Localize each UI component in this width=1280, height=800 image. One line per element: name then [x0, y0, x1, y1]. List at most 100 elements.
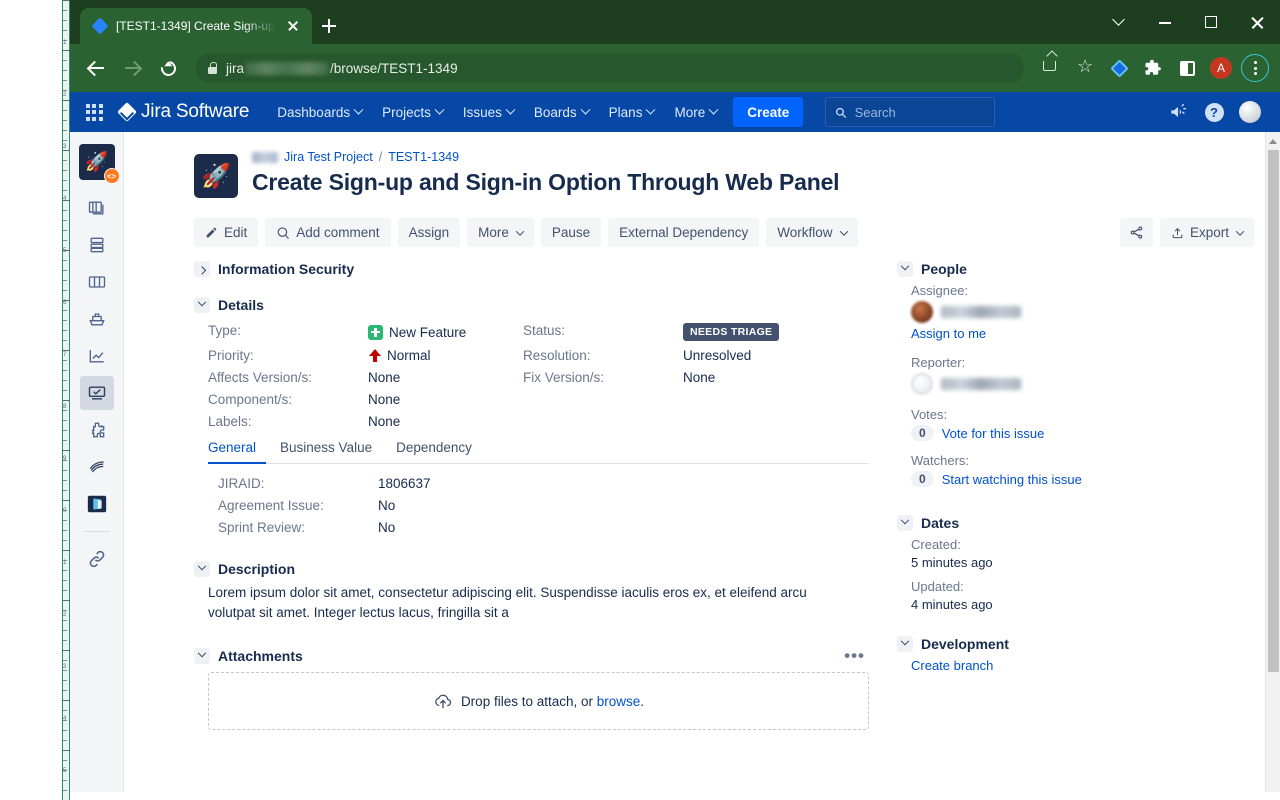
attachments-header[interactable]: Attachments •••	[194, 647, 869, 665]
search-box[interactable]	[825, 97, 996, 127]
maximize-icon[interactable]	[1188, 0, 1234, 44]
nav-label: More	[674, 104, 706, 120]
minimize-icon[interactable]	[1142, 0, 1188, 44]
issue-columns: Information Security Details Type: New F…	[194, 261, 1254, 750]
chevron-right-icon[interactable]	[194, 261, 210, 277]
ruler-tick	[63, 100, 70, 101]
jira-extension-icon[interactable]	[1104, 53, 1134, 83]
chevron-down-icon[interactable]	[1096, 0, 1142, 44]
sidebar-item-links[interactable]	[80, 542, 114, 576]
nav-dashboards[interactable]: Dashboards	[267, 97, 372, 127]
forward-arrow-icon[interactable]	[116, 52, 148, 84]
breadcrumb-issue-key[interactable]: TEST1-1349	[388, 150, 459, 164]
attachments-options-icon[interactable]: •••	[840, 647, 869, 664]
chevron-down-icon[interactable]	[897, 261, 913, 277]
sidebar-item-pages[interactable]	[80, 450, 114, 484]
edit-button[interactable]: Edit	[194, 218, 259, 247]
close-icon[interactable]	[1234, 0, 1280, 44]
breadcrumb: Jira Test Project / TEST1-1349	[252, 150, 839, 164]
sidebar-item-board[interactable]	[80, 265, 114, 299]
share-icon[interactable]	[1036, 53, 1066, 83]
section-title: Information Security	[218, 261, 355, 277]
new-tab-icon[interactable]	[312, 8, 346, 44]
browse-link[interactable]: browse	[597, 694, 641, 709]
chevron-down-icon	[434, 104, 445, 115]
sidebar-item-releases[interactable]	[80, 302, 114, 336]
create-button[interactable]: Create	[733, 97, 804, 127]
back-arrow-icon[interactable]	[80, 52, 112, 84]
address-bar[interactable]: jira/browse/TEST1-1349	[196, 53, 1024, 83]
avatar[interactable]	[1234, 96, 1266, 128]
nav-plans[interactable]: Plans	[599, 97, 665, 127]
attachment-dropzone[interactable]: Drop files to attach, or browse.	[208, 672, 869, 731]
development-header[interactable]: Development	[897, 636, 1254, 652]
browser-tab[interactable]: [TEST1-1349] Create Sign-up an	[80, 8, 312, 44]
puzzle-icon[interactable]	[1138, 53, 1168, 83]
nav-boards[interactable]: Boards	[524, 97, 599, 127]
help-icon[interactable]: ?	[1198, 96, 1230, 128]
profile-avatar[interactable]: A	[1206, 53, 1236, 83]
tab-general[interactable]: General	[208, 434, 267, 464]
side-panel-icon[interactable]	[1172, 53, 1202, 83]
vertical-scrollbar[interactable]	[1265, 132, 1280, 792]
create-branch-link[interactable]: Create branch	[911, 658, 993, 673]
search-input[interactable]	[854, 104, 986, 120]
sidebar-item-addons[interactable]	[80, 413, 114, 447]
tab-business-value[interactable]: Business Value	[280, 434, 382, 464]
pause-button[interactable]: Pause	[540, 218, 602, 247]
releases-ship-icon	[88, 313, 105, 326]
sidebar-item-layers[interactable]	[80, 228, 114, 262]
external-dependency-button[interactable]: External Dependency	[608, 218, 760, 247]
sidebar-item-reports[interactable]	[80, 339, 114, 373]
sidebar-item-backlog[interactable]	[80, 191, 114, 225]
project-avatar[interactable]: 🚀 <>	[78, 144, 120, 184]
scrollbar-thumb[interactable]	[1268, 150, 1279, 672]
created-field: Created: 5 minutes ago Updated: 4 minute…	[911, 537, 1254, 612]
ruler-tick	[63, 180, 67, 181]
more-button[interactable]: More	[467, 218, 534, 247]
dropzone-text: Drop files to attach, or browse.	[461, 694, 644, 709]
close-icon[interactable]	[284, 17, 302, 35]
nav-more[interactable]: More	[664, 97, 727, 127]
avatar	[911, 301, 933, 323]
button-label: Add comment	[296, 225, 380, 240]
add-comment-button[interactable]: Add comment	[265, 218, 391, 247]
megaphone-icon[interactable]	[1162, 96, 1194, 128]
assign-button[interactable]: Assign	[397, 218, 461, 247]
sidebar-item-confluence[interactable]	[80, 487, 114, 521]
breadcrumb-project[interactable]: Jira Test Project	[284, 150, 373, 164]
start-watching-link[interactable]: Start watching this issue	[942, 472, 1082, 487]
reload-icon[interactable]	[152, 52, 184, 84]
kebab-menu-icon[interactable]	[1240, 53, 1270, 83]
chevron-down-icon[interactable]	[194, 297, 210, 313]
nav-issues[interactable]: Issues	[453, 97, 524, 127]
nav-label: Plans	[608, 104, 643, 120]
jira-logo[interactable]: Jira Software	[114, 101, 267, 123]
ruler-tick	[63, 60, 67, 61]
chevron-down-icon[interactable]	[897, 515, 913, 531]
chevron-down-icon[interactable]	[194, 561, 210, 577]
description-header[interactable]: Description	[194, 561, 869, 577]
chevron-down-icon[interactable]	[897, 636, 913, 652]
information-security-header[interactable]: Information Security	[194, 261, 869, 277]
type-text: New Feature	[389, 324, 467, 340]
share-button[interactable]	[1119, 218, 1153, 247]
sidebar-item-issues[interactable]	[79, 376, 114, 410]
vote-link[interactable]: Vote for this issue	[942, 426, 1045, 441]
grid-icon[interactable]	[74, 92, 114, 132]
details-header[interactable]: Details	[194, 297, 869, 313]
chevron-down-icon[interactable]	[194, 648, 210, 665]
dates-header[interactable]: Dates	[897, 515, 1254, 531]
chevron-down-icon	[505, 104, 516, 115]
export-button[interactable]: Export	[1159, 218, 1254, 247]
workflow-button[interactable]: Workflow	[766, 218, 858, 247]
jira-diamond-icon	[91, 17, 109, 35]
scroll-up-arrow-icon[interactable]	[1269, 139, 1277, 144]
tab-dependency[interactable]: Dependency	[396, 434, 482, 464]
assign-to-me-link[interactable]: Assign to me	[911, 326, 986, 341]
star-icon[interactable]	[1070, 53, 1100, 83]
ruler-tick	[63, 220, 67, 221]
assignee-value	[911, 301, 1254, 323]
nav-projects[interactable]: Projects	[372, 97, 453, 127]
people-header[interactable]: People	[897, 261, 1254, 277]
